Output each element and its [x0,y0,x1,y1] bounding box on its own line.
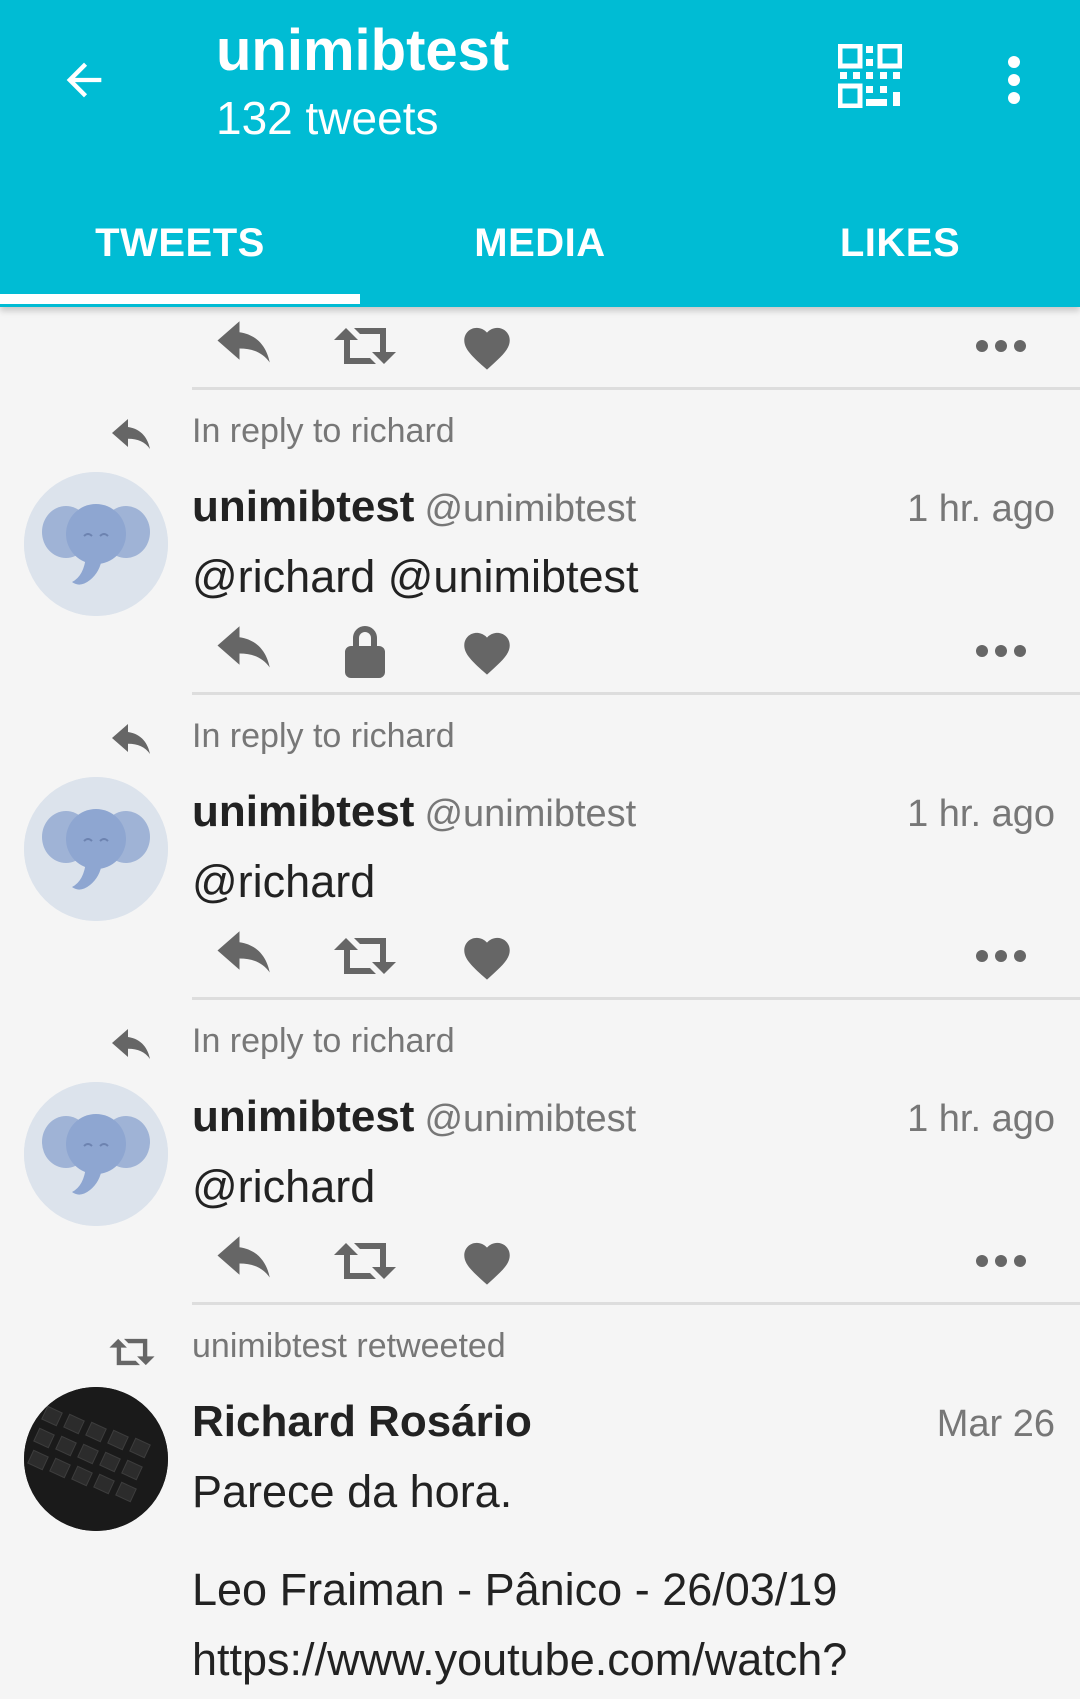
tab-bar: TWEETS MEDIA LIKES [0,190,1080,307]
tweet-header: Richard Rosário Mar 26 [0,1387,1080,1457]
reply-icon [217,626,270,668]
tweet-item[interactable]: In reply to richard unimibtest @unimibtes… [0,1000,1080,1305]
dot [1008,92,1020,104]
reply-context: In reply to richard [0,1000,1080,1082]
qr-code-button[interactable] [837,43,908,114]
reply-icon [217,321,270,363]
more-horizontal-icon [976,645,1026,657]
app-root: unimibtest 132 tweets TWEETS MEDIA LIKES… [0,0,1080,1699]
more-horizontal-icon [976,950,1026,962]
arrow-back-icon [66,62,102,98]
tweet-author[interactable]: unimibtest @unimibtest [192,482,636,532]
tweet-author[interactable]: Richard Rosário [192,1397,532,1447]
tweet-menu-button[interactable] [966,620,1036,682]
title-block: unimibtest 132 tweets [216,16,509,150]
author-handle: @unimibtest [424,793,637,835]
tweet-actions [0,612,1080,692]
tweet-time: 1 hr. ago [907,488,1055,530]
overflow-menu-button[interactable] [988,48,1040,112]
tweet-item[interactable]: In reply to richard unimibtest @unimibtes… [0,695,1080,1000]
tweet-feed[interactable]: In reply to richard unimibtest @unimibtes… [0,307,1080,1699]
tweet-time: Mar 26 [936,1403,1055,1445]
reply-button[interactable] [210,925,280,987]
reply-button[interactable] [210,315,280,377]
retweet-button[interactable] [330,1230,400,1292]
tweet-header: unimibtest @unimibtest 1 hr. ago [0,472,1080,542]
retweet-button[interactable] [330,315,400,377]
author-name: unimibtest [192,787,415,836]
tab-indicator [0,294,360,304]
tweet-menu-button[interactable] [966,315,1036,377]
tweet-time: 1 hr. ago [907,1098,1055,1140]
heart-icon [464,937,510,980]
tweet-count: 132 tweets [216,92,439,144]
retweet-icon [334,938,396,974]
retweet-small-icon [109,1338,155,1366]
like-button[interactable] [452,620,522,682]
like-button[interactable] [452,925,522,987]
like-button[interactable] [452,315,522,377]
reply-context-text: In reply to richard [192,1022,455,1060]
back-button[interactable] [52,48,116,112]
reply-small-icon [112,419,150,449]
heart-icon [464,327,510,370]
retweet-context: unimibtest retweeted [0,1305,1080,1387]
reply-small-icon [112,1029,150,1059]
retweet-icon [334,1243,396,1279]
retweet-icon [334,328,396,364]
tab-tweets[interactable]: TWEETS [0,190,360,307]
page-title: unimibtest [216,18,510,83]
author-name: Richard Rosário [192,1397,532,1446]
retweet-context-text: unimibtest retweeted [192,1327,506,1365]
dot [1008,56,1020,68]
tweet-menu-button[interactable] [966,1230,1036,1292]
tweet-item[interactable]: In reply to richard unimibtest @unimibtes… [0,390,1080,695]
tweet-actions [0,1222,1080,1302]
tweet-author[interactable]: unimibtest @unimibtest [192,1092,636,1142]
reply-context-text: In reply to richard [192,717,455,755]
like-button[interactable] [452,1230,522,1292]
author-handle: @unimibtest [424,1098,637,1140]
retweet-locked [330,620,400,682]
dot [1008,74,1020,86]
tweet-time: 1 hr. ago [907,793,1055,835]
author-name: unimibtest [192,1092,415,1141]
tweet-actions [0,917,1080,997]
reply-icon [217,931,270,973]
author-handle: @unimibtest [424,488,637,530]
reply-icon [217,1236,270,1278]
heart-icon [464,1242,510,1285]
tweet-header: unimibtest @unimibtest 1 hr. ago [0,1082,1080,1152]
tweet-author[interactable]: unimibtest @unimibtest [192,787,636,837]
retweet-button[interactable] [330,925,400,987]
tab-media[interactable]: MEDIA [360,190,720,307]
app-bar: unimibtest 132 tweets TWEETS MEDIA LIKES [0,0,1080,307]
lock-icon [345,626,385,678]
author-name: unimibtest [192,482,415,531]
reply-small-icon [112,724,150,754]
reply-context: In reply to richard [0,695,1080,777]
tweet-item[interactable]: unimibtest retweeted Richard Rosário Mar… [0,1305,1080,1699]
reply-context-text: In reply to richard [192,412,455,450]
tweet-actions [0,307,1080,387]
reply-context: In reply to richard [0,390,1080,472]
tab-likes[interactable]: LIKES [720,190,1080,307]
tweet-menu-button[interactable] [966,925,1036,987]
more-horizontal-icon [976,1255,1026,1267]
heart-icon [464,632,510,675]
reply-button[interactable] [210,1230,280,1292]
more-horizontal-icon [976,340,1026,352]
tweet-link[interactable]: https://www.youtube.com/watch? [0,1633,1080,1699]
qr-code-icon [837,43,903,109]
reply-button[interactable] [210,620,280,682]
tweet-header: unimibtest @unimibtest 1 hr. ago [0,777,1080,847]
tweet-text-line: Leo Fraiman - Pânico - 26/03/19 [192,1564,838,1615]
